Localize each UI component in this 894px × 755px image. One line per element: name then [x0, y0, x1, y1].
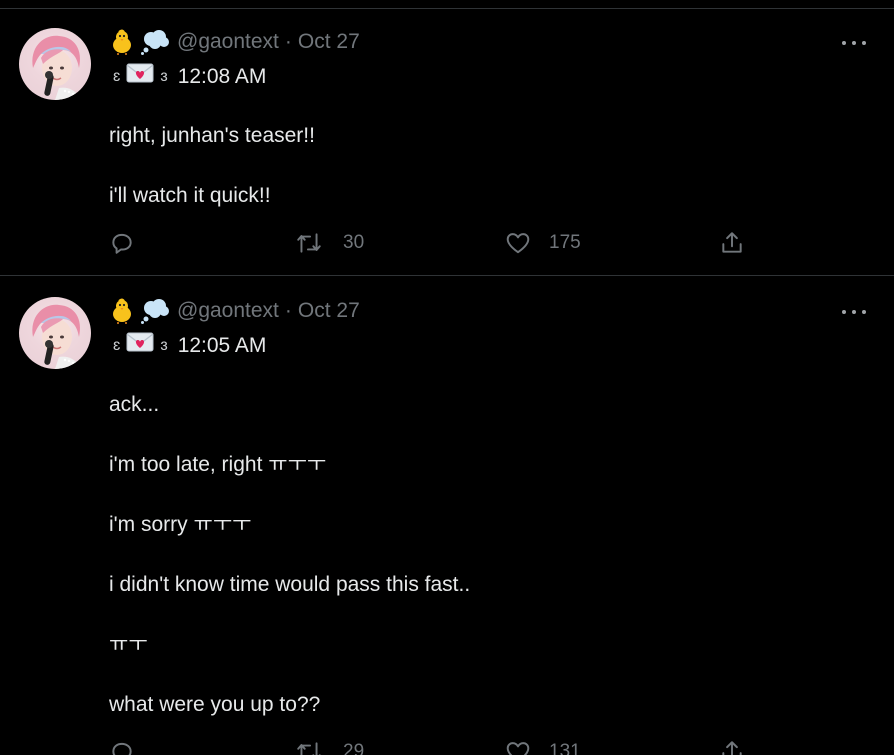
- bracket-left: ɛ: [113, 67, 121, 85]
- chick-emoji-icon: [109, 298, 135, 324]
- thought-balloon-emoji-icon: [141, 29, 171, 55]
- tweet-header: @gaontext · Oct 27: [109, 29, 360, 55]
- tweet-header: @gaontext · Oct 27: [109, 298, 360, 324]
- tweet-body: right, junhan's teaser!! i'll watch it q…: [109, 123, 315, 243]
- like-button[interactable]: 131: [505, 737, 581, 755]
- timeline: @gaontext · Oct 27 ɛ ɜ 12:08 AM right, j…: [0, 0, 894, 755]
- separator-dot: ·: [284, 299, 292, 322]
- tweet[interactable]: @gaontext · Oct 27 ɛ ɜ 12:05 AM ack... i…: [0, 278, 894, 755]
- user-handle[interactable]: @gaontext: [177, 298, 279, 324]
- like-button[interactable]: 175: [505, 228, 581, 258]
- retweet-icon: [297, 233, 321, 253]
- heart-icon: [506, 742, 530, 755]
- thought-balloon-emoji-icon: [141, 298, 171, 324]
- reply-icon: [112, 233, 132, 254]
- more-icon[interactable]: [842, 305, 866, 319]
- bracket-right: ɜ: [160, 336, 168, 354]
- tweet-actions: 30 175: [109, 228, 769, 258]
- display-name: ɛ ɜ 12:08 AM: [109, 62, 266, 91]
- tweet-actions: 29 131: [109, 737, 769, 755]
- retweet-button[interactable]: 29: [295, 737, 364, 755]
- love-letter-icon: [126, 62, 154, 91]
- retweet-button[interactable]: 30: [295, 228, 364, 258]
- share-icon: [722, 232, 742, 253]
- reply-icon: [112, 742, 132, 755]
- display-time: 12:08 AM: [177, 64, 267, 88]
- separator-dot: ·: [284, 30, 292, 53]
- retweet-count: 29: [343, 741, 365, 755]
- reply-button[interactable]: [109, 737, 135, 755]
- tweet-line: ㅠㅜ: [109, 633, 148, 656]
- tweet-date[interactable]: Oct 27: [298, 298, 360, 324]
- retweet-count: 30: [343, 232, 365, 253]
- share-button[interactable]: [719, 228, 745, 258]
- like-count: 131: [549, 741, 581, 755]
- avatar[interactable]: [19, 28, 91, 100]
- avatar[interactable]: [19, 297, 91, 369]
- tweet-line: i'm sorry ㅠㅜㅜ: [109, 513, 252, 536]
- tweet-body: ack... i'm too late, right ㅠㅜㅜ i'm sorry…: [109, 392, 470, 752]
- display-time: 12:05 AM: [177, 333, 267, 357]
- tweet-line: right, junhan's teaser!!: [109, 124, 315, 147]
- more-icon[interactable]: [842, 36, 866, 50]
- tweet-line: ack...: [109, 393, 160, 416]
- tweet-date[interactable]: Oct 27: [298, 29, 360, 55]
- bracket-right: ɜ: [160, 67, 168, 85]
- share-icon: [722, 741, 742, 755]
- tweet-line: i didn't know time would pass this fast.…: [109, 573, 471, 596]
- heart-icon: [506, 233, 530, 254]
- retweet-icon: [297, 742, 321, 755]
- tweet-line: i'm too late, right ㅠㅜㅜ: [109, 453, 327, 476]
- display-name: ɛ ɜ 12:05 AM: [109, 331, 266, 360]
- share-button[interactable]: [719, 737, 745, 755]
- user-handle[interactable]: @gaontext: [177, 29, 279, 55]
- chick-emoji-icon: [109, 29, 135, 55]
- reply-button[interactable]: [109, 228, 135, 258]
- love-letter-icon: [126, 331, 154, 360]
- tweet[interactable]: @gaontext · Oct 27 ɛ ɜ 12:08 AM right, j…: [0, 9, 894, 275]
- like-count: 175: [549, 232, 581, 253]
- bracket-left: ɛ: [113, 336, 121, 354]
- divider: [0, 275, 894, 276]
